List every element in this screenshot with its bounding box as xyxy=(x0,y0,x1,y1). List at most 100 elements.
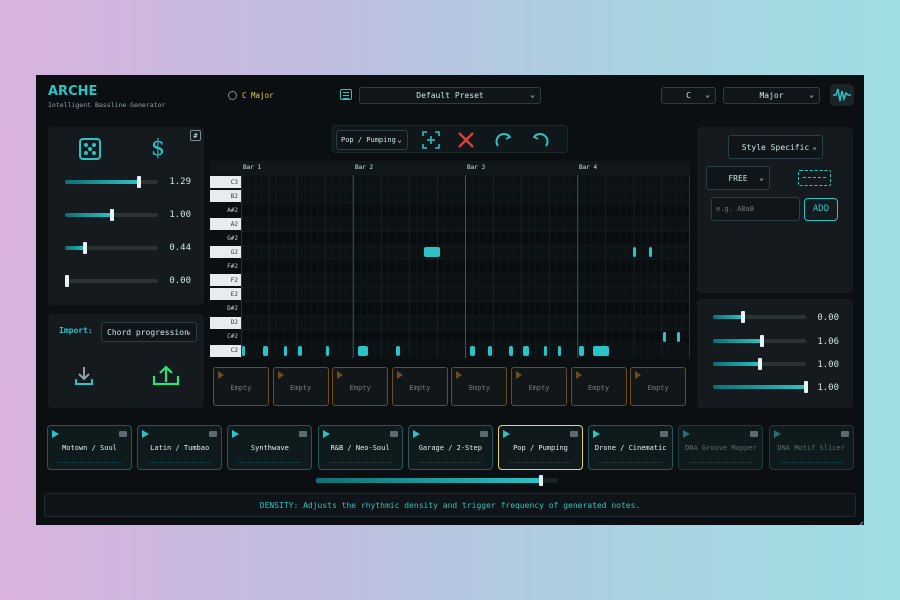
note-block[interactable] xyxy=(326,345,330,356)
note-block[interactable] xyxy=(676,331,680,342)
folder-icon[interactable] xyxy=(389,431,398,437)
style-card[interactable]: Motown / Soul xyxy=(47,425,132,470)
piano-key[interactable]: D#2 xyxy=(210,302,241,315)
clear-icon[interactable] xyxy=(457,131,475,149)
note-block[interactable] xyxy=(284,345,288,356)
folder-icon[interactable] xyxy=(209,431,218,437)
piano-key[interactable]: C3 xyxy=(210,176,241,188)
pattern-slot[interactable]: Empty xyxy=(391,367,448,406)
note-block[interactable] xyxy=(424,247,441,258)
piano-key[interactable]: B2 xyxy=(210,190,241,203)
resize-grip-icon[interactable] xyxy=(854,515,864,525)
piano-key[interactable]: F#2 xyxy=(210,260,241,273)
key-indicator-icon[interactable] xyxy=(228,91,237,100)
slider-knob[interactable] xyxy=(83,242,88,254)
play-icon[interactable] xyxy=(635,371,642,379)
piano-key[interactable]: A#2 xyxy=(210,204,241,217)
pattern-slot[interactable]: Empty xyxy=(451,367,508,406)
pattern-slot[interactable]: Empty xyxy=(272,367,329,406)
style-card[interactable]: Pop / Pumping xyxy=(498,425,583,470)
slider-knob[interactable] xyxy=(65,275,69,287)
right-slider-3[interactable] xyxy=(713,358,806,370)
play-icon[interactable] xyxy=(322,430,330,438)
motif-pattern-icon[interactable] xyxy=(798,170,831,186)
note-block[interactable] xyxy=(632,247,636,258)
play-icon[interactable] xyxy=(593,430,601,438)
style-card[interactable]: DNA Motif Slicer xyxy=(768,425,854,470)
dice-icon[interactable] xyxy=(79,138,101,160)
play-icon[interactable] xyxy=(683,430,691,438)
pattern-slot[interactable]: Empty xyxy=(630,367,687,406)
add-motif-button[interactable]: ADD xyxy=(804,198,838,221)
note-block[interactable] xyxy=(242,345,246,356)
play-icon[interactable] xyxy=(503,430,510,438)
folder-icon[interactable] xyxy=(479,431,488,437)
note-block[interactable] xyxy=(522,345,530,356)
style-card[interactable]: Latin / Tumbao xyxy=(137,425,223,470)
play-icon[interactable] xyxy=(516,371,522,379)
motif-input[interactable] xyxy=(711,197,800,221)
folder-icon[interactable] xyxy=(750,431,759,437)
left-slider-2[interactable] xyxy=(65,209,158,221)
slider-knob[interactable] xyxy=(109,209,114,221)
right-slider-1[interactable] xyxy=(713,311,806,323)
play-icon[interactable] xyxy=(232,430,240,438)
note-block[interactable] xyxy=(263,345,269,356)
right-slider-2[interactable] xyxy=(713,335,806,347)
play-icon[interactable] xyxy=(218,371,224,379)
note-grid[interactable] xyxy=(241,175,690,358)
piano-key[interactable]: E2 xyxy=(210,288,241,301)
note-block[interactable] xyxy=(470,345,475,356)
dollar-icon[interactable]: $ xyxy=(151,136,165,161)
left-slider-1[interactable] xyxy=(65,176,158,188)
play-icon[interactable] xyxy=(456,371,463,379)
play-icon[interactable] xyxy=(412,430,420,438)
note-block[interactable] xyxy=(357,345,368,356)
undo-icon[interactable] xyxy=(495,131,513,149)
mode-select[interactable]: Style Specific ⌄ xyxy=(728,135,823,159)
pattern-slot[interactable]: Empty xyxy=(332,367,389,406)
note-block[interactable] xyxy=(592,345,609,356)
note-block[interactable] xyxy=(557,345,561,356)
piano-key[interactable]: G2 xyxy=(210,246,241,259)
scale-select[interactable]: Major ⌄ xyxy=(723,87,820,104)
root-note-select[interactable]: C ⌄ xyxy=(661,87,716,104)
folder-icon[interactable] xyxy=(570,431,578,437)
waveform-logo-icon[interactable] xyxy=(830,84,854,106)
preset-list-icon[interactable] xyxy=(340,89,352,100)
slider-knob[interactable] xyxy=(740,311,745,323)
pattern-slot[interactable]: Empty xyxy=(511,367,567,406)
play-icon[interactable] xyxy=(337,371,344,379)
play-icon[interactable] xyxy=(773,430,781,438)
redo-icon[interactable] xyxy=(531,131,549,149)
style-card[interactable]: DNA Groove Mapper xyxy=(678,425,764,470)
piano-key[interactable]: G#2 xyxy=(210,232,241,245)
play-icon[interactable] xyxy=(396,371,403,379)
note-block[interactable] xyxy=(578,345,585,356)
left-slider-3[interactable] xyxy=(65,242,158,254)
import-select[interactable]: Chord progression ⌄ xyxy=(101,322,197,342)
note-block[interactable] xyxy=(648,247,652,258)
import-download-icon[interactable] xyxy=(72,364,96,388)
slider-knob[interactable] xyxy=(760,335,765,347)
pattern-slot[interactable]: Empty xyxy=(570,367,627,406)
scrollbar-thumb[interactable] xyxy=(539,475,544,486)
style-card[interactable]: R&B / Neo-Soul xyxy=(317,425,403,470)
style-select[interactable]: Pop / Pumping ⌄ xyxy=(336,130,408,150)
free-select[interactable]: FREE ⌄ xyxy=(706,166,770,190)
left-slider-4[interactable] xyxy=(65,275,158,287)
note-block[interactable] xyxy=(396,345,400,356)
note-block[interactable] xyxy=(508,345,513,356)
play-icon[interactable] xyxy=(277,371,284,379)
folder-icon[interactable] xyxy=(299,431,308,437)
note-block[interactable] xyxy=(662,331,666,342)
preset-select[interactable]: Default Preset ⌄ xyxy=(359,87,541,104)
piano-key[interactable]: D2 xyxy=(210,316,241,329)
pattern-slot[interactable]: Empty xyxy=(213,367,269,406)
slider-knob[interactable] xyxy=(757,358,762,370)
style-card[interactable]: Drone / Cinematic xyxy=(588,425,674,470)
piano-key[interactable]: C#2 xyxy=(210,330,241,343)
slider-knob[interactable] xyxy=(804,381,808,393)
folder-icon[interactable] xyxy=(840,431,849,437)
note-block[interactable] xyxy=(543,345,547,356)
